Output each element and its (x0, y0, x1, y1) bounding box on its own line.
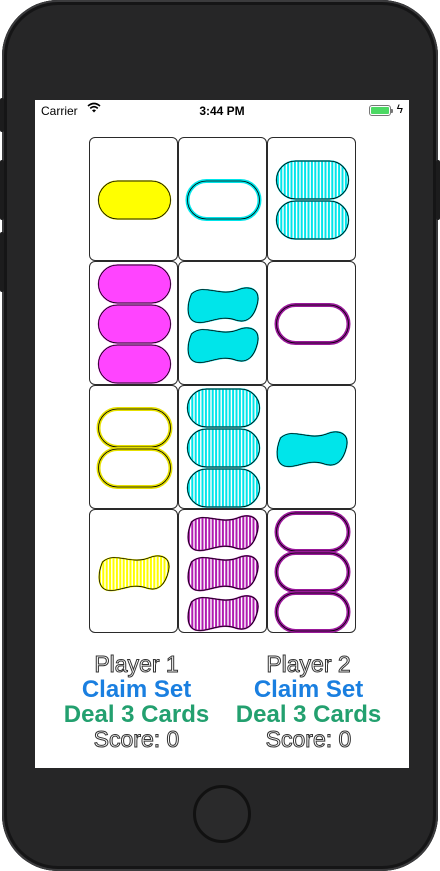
player-2-deal-3-cards-button[interactable]: Deal 3 Cards (215, 702, 402, 727)
oval-symbol (97, 264, 172, 304)
set-card[interactable] (89, 137, 178, 261)
squiggle-symbol (187, 327, 259, 364)
player-2-name: Player 2 (266, 651, 351, 677)
app-screen: Carrier 3:44 PM ϟ Player 1 Claim Set Dea… (35, 100, 409, 768)
set-card[interactable] (267, 385, 356, 509)
mute-switch (0, 98, 4, 132)
oval-symbol (97, 344, 172, 384)
set-card[interactable] (89, 385, 178, 509)
set-card[interactable] (267, 137, 356, 261)
oval-symbol (97, 180, 172, 220)
player-1-column: Player 1 Claim Set Deal 3 Cards Score: 0 (43, 651, 230, 752)
oval-symbols (275, 160, 350, 240)
player-1-deal-3-cards-button[interactable]: Deal 3 Cards (43, 702, 230, 727)
battery-icon (369, 105, 393, 116)
oval-symbols (96, 407, 173, 489)
oval-symbol (275, 512, 350, 552)
set-card[interactable] (178, 385, 267, 509)
set-card[interactable] (267, 509, 356, 633)
oval-symbols (186, 388, 261, 508)
squiggle-symbols (98, 555, 170, 592)
card-grid (89, 137, 356, 635)
oval-symbol (97, 448, 172, 488)
home-button[interactable] (193, 785, 251, 843)
set-card[interactable] (89, 509, 178, 633)
oval-symbol (275, 552, 350, 592)
squiggle-symbols (276, 431, 348, 468)
oval-symbols (97, 264, 172, 384)
squiggle-symbol (187, 287, 259, 324)
status-bar: Carrier 3:44 PM ϟ (35, 100, 409, 122)
oval-symbols (97, 180, 172, 220)
squiggle-symbols (187, 515, 259, 632)
oval-symbol (97, 304, 172, 344)
charging-bolt-icon: ϟ (396, 102, 403, 116)
player-1-claim-set-button[interactable]: Claim Set (43, 677, 230, 702)
set-card[interactable] (178, 509, 267, 633)
set-card[interactable] (267, 261, 356, 385)
set-card[interactable] (178, 261, 267, 385)
player-2-score: Score: 0 (265, 726, 352, 752)
set-card[interactable] (178, 137, 267, 261)
power-button (436, 160, 440, 220)
squiggle-symbols (187, 287, 259, 364)
volume-down-button (0, 232, 4, 292)
oval-symbols (274, 511, 351, 633)
oval-symbols (274, 303, 351, 345)
oval-symbol (186, 180, 261, 220)
status-time: 3:44 PM (199, 104, 245, 118)
player-1-score: Score: 0 (93, 726, 180, 752)
player-2-column: Player 2 Claim Set Deal 3 Cards Score: 0 (215, 651, 402, 752)
set-card[interactable] (89, 261, 178, 385)
volume-up-button (0, 160, 4, 220)
oval-symbol (275, 304, 350, 344)
oval-symbol (275, 592, 350, 632)
squiggle-symbol (276, 431, 348, 468)
oval-symbol (97, 408, 172, 448)
oval-symbols (185, 179, 262, 221)
player-1-name: Player 1 (94, 651, 179, 677)
player-2-claim-set-button[interactable]: Claim Set (215, 677, 402, 702)
